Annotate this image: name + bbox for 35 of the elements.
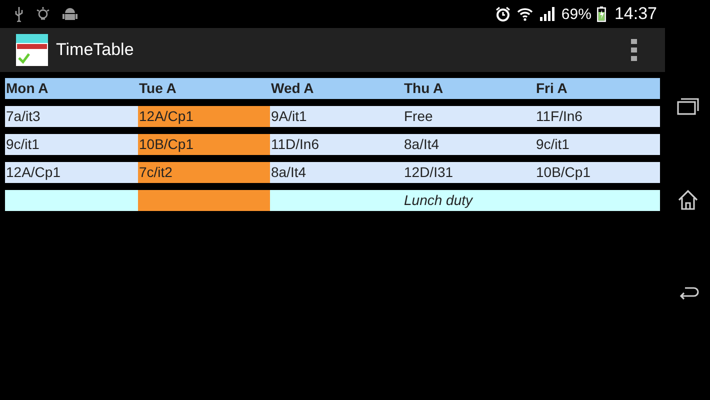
lesson-cell-text: 7a/it3 — [5, 107, 42, 126]
day-header: Tue A — [138, 79, 178, 98]
lesson-cell-text: 8a/It4 — [270, 163, 308, 182]
clock-time: 14:37 — [614, 4, 657, 24]
day-header: Wed A — [270, 79, 315, 98]
lesson-cell: 7c/it2 — [138, 162, 270, 183]
home-icon[interactable] — [676, 189, 698, 211]
lesson-cell: 12A/Cp1 — [138, 106, 270, 127]
battery-charging-icon — [597, 6, 606, 22]
overflow-menu-icon[interactable] — [631, 39, 637, 61]
lesson-cell-text: 12A/Cp1 — [5, 163, 62, 182]
lesson-cell-text: 9c/it1 — [535, 135, 570, 154]
battery-percentage: 69% — [561, 6, 592, 22]
day-header: Mon A — [5, 79, 50, 98]
lightbulb-icon — [36, 6, 50, 22]
lesson-cell-text: 12D/I31 — [403, 163, 454, 182]
lesson-cell-text: 10B/Cp1 — [535, 163, 592, 182]
lesson-cell-text: Free — [403, 107, 434, 126]
day-header: Thu A — [403, 79, 444, 98]
lesson-cell-text: 11F/In6 — [535, 107, 584, 126]
app-logo-icon[interactable] — [16, 34, 48, 66]
app-title: TimeTable — [56, 40, 135, 60]
lesson-cell-text: 9A/it1 — [270, 107, 308, 126]
alarm-clock-icon — [495, 6, 512, 22]
lesson-cell: 10B/Cp1 — [138, 134, 270, 155]
lesson-cell-text: 8a/It4 — [403, 135, 440, 154]
duty-cell-text: Lunch duty — [403, 191, 474, 210]
wifi-icon — [517, 7, 534, 21]
lesson-cell-text: 9c/it1 — [5, 135, 40, 154]
usb-icon — [14, 6, 24, 22]
robot-icon — [62, 6, 78, 22]
recent-apps-icon[interactable] — [676, 97, 698, 115]
lesson-cell-text: 11D/In6 — [270, 135, 320, 154]
day-header: Fri A — [535, 79, 568, 98]
signal-icon — [539, 7, 556, 21]
